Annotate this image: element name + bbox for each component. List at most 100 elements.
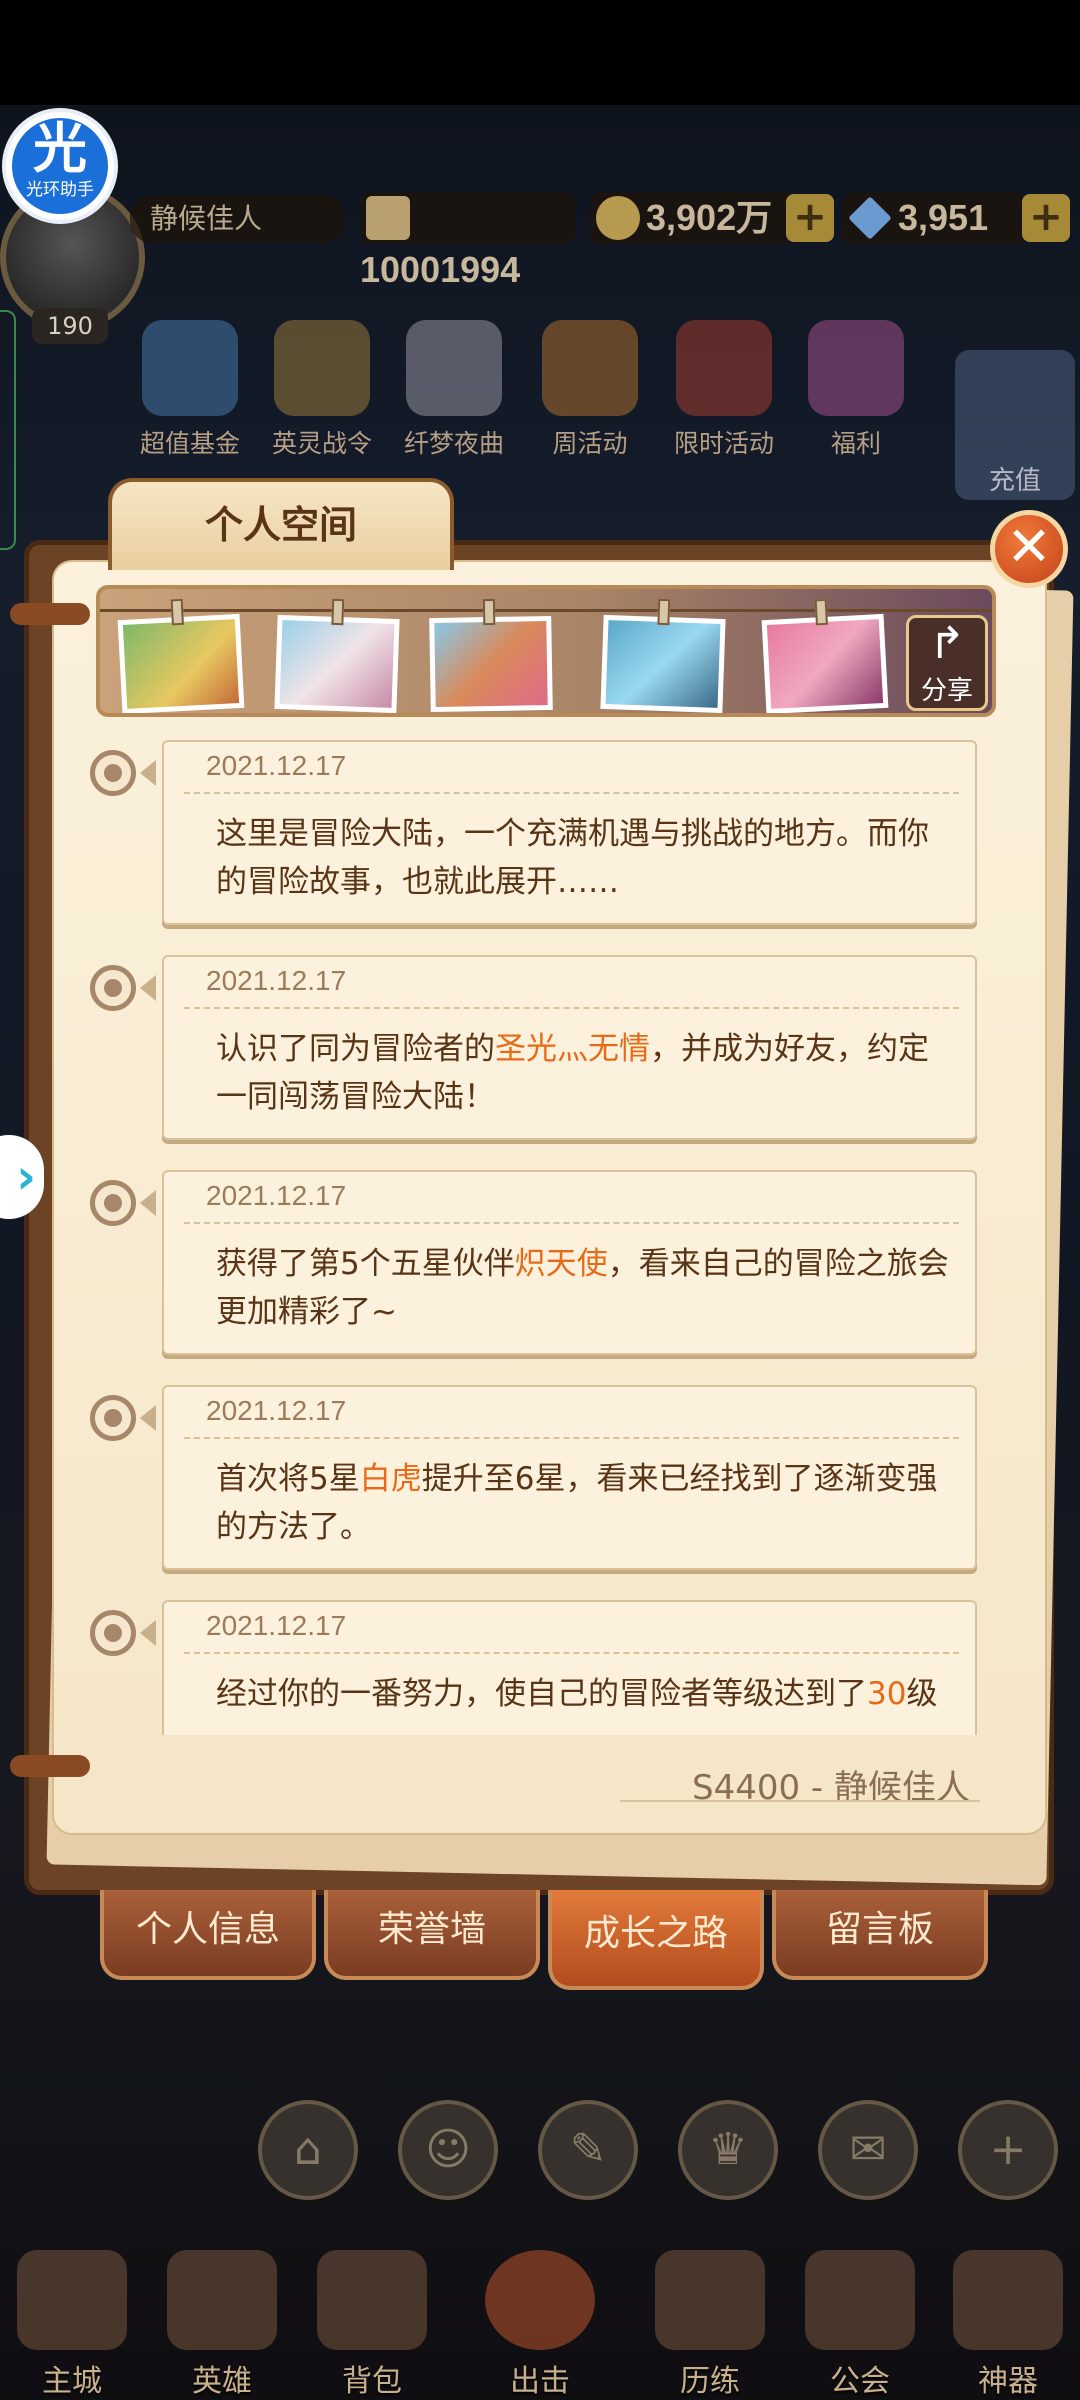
hero-icon [167,2250,277,2350]
photo-image [766,619,884,709]
timeline-list[interactable]: 2021.12.17 这里是冒险大陆，一个充满机遇与挑战的地方。而你的冒险故事，… [90,735,990,1735]
signature-line [620,1800,980,1802]
photo-image [605,620,721,708]
notes-icon[interactable]: ✎ [538,2100,638,2200]
photo-1[interactable] [117,598,245,713]
nav-training[interactable]: 历练 [640,2250,780,2400]
timeline-entry: 2021.12.17 获得了第5个五星伙伴炽天使，看来自己的冒险之旅会更加精彩了… [90,1170,990,1360]
timeline-entry: 2021.12.17 经过你的一番努力，使自己的冒险者等级达到了30级 [90,1600,990,1735]
diamond-icon [848,196,892,240]
helper-glyph: 光 [33,117,87,180]
nav-heroes[interactable]: 英雄 [152,2250,292,2400]
timeline-card: 2021.12.17 经过你的一番努力，使自己的冒险者等级达到了30级 [162,1600,977,1735]
feature-limited[interactable]: 限时活动 [664,320,784,460]
feature-event-character[interactable]: 纤梦夜曲 [394,320,514,460]
partner-name-link[interactable]: 炽天使 [515,1246,608,1282]
entry-text-part: 认识了同为冒险者的 [216,1031,495,1067]
entry-text-part: 经过你的一番努力，使自己的冒险者等级达到了 [216,1676,867,1712]
timeline-card: 2021.12.17 这里是冒险大陆，一个充满机遇与挑战的地方。而你的冒险故事，… [162,740,977,925]
timeline-card: 2021.12.17 认识了同为冒险者的圣光灬无情，并成为好友，约定一同闯荡冒险… [162,955,977,1140]
tab-honor-wall[interactable]: 荣誉墙 [324,1890,540,1980]
nav-artifact[interactable]: 神器 [938,2250,1078,2400]
panel-title: 个人空间 [108,478,454,570]
entry-date: 2021.12.17 [206,1180,347,1211]
clip-icon [814,598,828,626]
level-value: 30 [867,1676,907,1712]
event-character-icon [406,320,502,416]
nav-label: 历练 [680,2364,740,2399]
tab-personal-info[interactable]: 个人信息 [100,1890,316,1980]
fund-icon [142,320,238,416]
entry-text: 经过你的一番努力，使自己的冒险者等级达到了30级 [216,1670,956,1718]
helper-badge[interactable]: 光 光环助手 [2,108,118,224]
nav-label: 出击 [510,2364,570,2399]
diamond-display: 3,951 [842,192,1027,244]
side-panel-tab[interactable] [0,310,16,550]
nav-backpack[interactable]: 背包 [302,2250,442,2400]
nav-attack[interactable]: 出击 [470,2250,610,2400]
feature-label: 限时活动 [673,429,774,458]
close-icon: ✕ [1006,515,1052,578]
crossed-swords-icon [485,2250,595,2350]
nav-main-city[interactable]: 主城 [2,2250,142,2400]
feature-welfare[interactable]: 福利 [796,320,916,460]
entry-date: 2021.12.17 [206,965,347,996]
feature-weekly[interactable]: 周活动 [530,320,650,460]
plus-icon[interactable]: + [958,2100,1058,2200]
player-name: 静候佳人 [130,195,345,243]
helper-label: 光环助手 [26,180,94,200]
friend-name-link[interactable]: 圣光灬无情 [495,1031,650,1067]
entry-text: 认识了同为冒险者的圣光灬无情，并成为好友，约定一同闯荡冒险大陆！ [216,1025,956,1121]
partner-name-link[interactable]: 白虎 [360,1461,422,1497]
recharge-button[interactable]: 充值 [955,350,1075,500]
card-divider [184,1652,959,1654]
diamond-value: 3,951 [898,197,989,238]
timeline-pointer [140,975,156,1001]
timeline-dot-icon [90,1610,136,1656]
gold-coin-icon [596,196,640,240]
timeline-entry: 2021.12.17 认识了同为冒险者的圣光灬无情，并成为好友，约定一同闯荡冒险… [90,955,990,1145]
card-divider [184,792,959,794]
entry-text: 获得了第5个五星伙伴炽天使，看来自己的冒险之旅会更加精彩了~ [216,1240,956,1336]
weekly-horn-icon [542,320,638,416]
timeline-card: 2021.12.17 获得了第5个五星伙伴炽天使，看来自己的冒险之旅会更加精彩了… [162,1170,977,1355]
photo-string [100,609,992,612]
add-diamond-button[interactable]: + [1022,194,1070,242]
limited-event-icon [676,320,772,416]
entry-text-part: 这里是冒险大陆，一个充满机遇与挑战的地方。而你的冒险故事，也就此展开…… [216,816,929,900]
entry-date: 2021.12.17 [206,1610,347,1641]
nav-guild[interactable]: 公会 [790,2250,930,2400]
feature-label: 超值基金 [139,429,240,458]
tab-growth-path[interactable]: 成长之路 [548,1890,764,1990]
feature-label: 周活动 [552,429,628,458]
photo-3[interactable] [429,598,553,713]
feature-fund[interactable]: 超值基金 [130,320,250,460]
trophy-icon[interactable]: ♛ [678,2100,778,2200]
tab-message-board[interactable]: 留言板 [772,1890,988,1980]
photo-4[interactable] [600,598,726,713]
training-icon [655,2250,765,2350]
entry-text: 这里是冒险大陆，一个充满机遇与挑战的地方。而你的冒险故事，也就此展开…… [216,810,956,906]
scroll-roller-top [10,603,90,625]
photo-2[interactable] [274,598,400,713]
power-value: 10001994 [360,249,521,290]
scroll-roller-bottom [10,1755,90,1777]
feature-label: 纤梦夜曲 [403,429,504,458]
timeline-card: 2021.12.17 首次将5星白虎提升至6星，看来已经找到了逐渐变强的方法了。 [162,1385,977,1570]
share-button[interactable]: ↱ 分享 [906,615,988,711]
clip-icon [170,598,184,626]
timeline-dot-icon [90,1395,136,1441]
timeline-dot-icon [90,750,136,796]
mail-icon[interactable]: ✉ [818,2100,918,2200]
photo-image [279,620,395,708]
friends-icon[interactable]: ☺ [398,2100,498,2200]
share-label: 分享 [920,676,973,706]
gold-value: 3,902万 [646,197,773,238]
level-badge: 190 [32,308,108,344]
feature-battle-pass[interactable]: 英灵战令 [262,320,382,460]
add-gold-button[interactable]: + [786,194,834,242]
entry-text: 首次将5星白虎提升至6星，看来已经找到了逐渐变强的方法了。 [216,1455,956,1551]
home-icon[interactable]: ⌂ [258,2100,358,2200]
close-button[interactable]: ✕ [990,510,1068,588]
photo-5[interactable] [761,598,889,713]
